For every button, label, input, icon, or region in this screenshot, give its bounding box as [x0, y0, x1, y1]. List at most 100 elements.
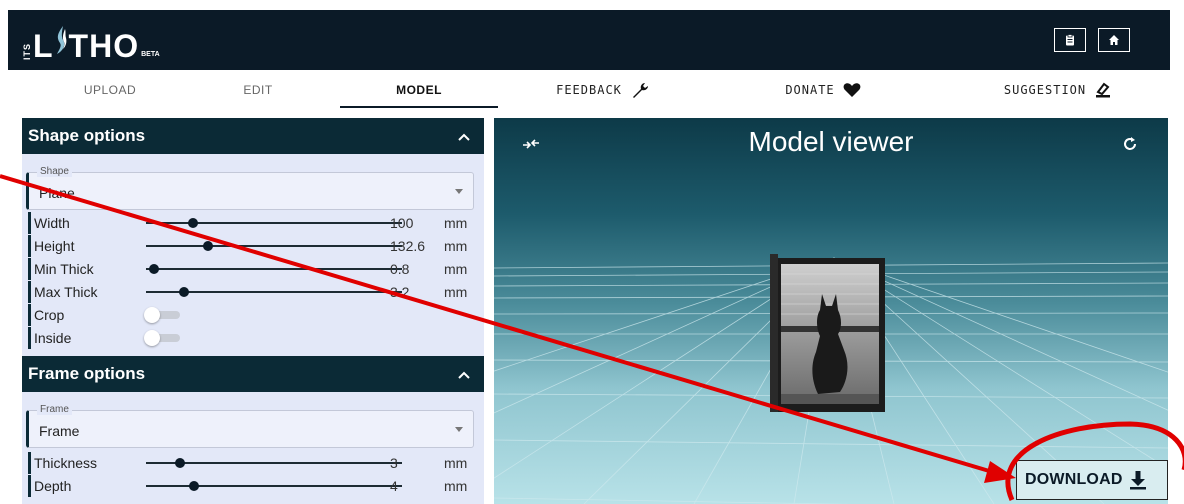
shape-select[interactable]: Shape Plane — [26, 166, 474, 210]
tab-feedback[interactable]: FEEDBACK — [518, 70, 688, 110]
depth-label: Depth — [34, 478, 72, 494]
tab-donate[interactable]: DONATE — [748, 70, 898, 110]
model-viewer[interactable]: Model viewer — [494, 118, 1168, 504]
height-label: Height — [34, 238, 75, 254]
inside-toggle[interactable] — [144, 330, 180, 346]
max-thick-unit: mm — [444, 284, 468, 300]
thickness-slider-thumb[interactable] — [175, 458, 185, 468]
row-marker — [28, 235, 31, 257]
lithophane-model — [770, 254, 885, 412]
pencil-icon — [1094, 81, 1112, 99]
max-thick-slider-row: Max Thick 3.2 mm — [28, 281, 478, 303]
itslitho-logo[interactable]: ITS L THO BETA — [22, 24, 160, 64]
row-marker — [28, 452, 31, 474]
width-slider-row: Width 100 mm — [28, 212, 478, 234]
row-marker — [28, 212, 31, 234]
depth-slider-track[interactable] — [146, 485, 402, 487]
width-value: 100 — [390, 215, 414, 231]
tab-edit-label: EDIT — [243, 83, 273, 97]
clipboard-icon — [1064, 34, 1076, 46]
min-thick-unit: mm — [444, 261, 468, 277]
width-slider-thumb[interactable] — [188, 218, 198, 228]
height-slider-row: Height 132.6 mm — [28, 235, 478, 257]
max-thick-slider-thumb[interactable] — [179, 287, 189, 297]
logo-tho: THO — [68, 28, 140, 64]
shape-select-value: Plane — [39, 185, 75, 201]
tab-feedback-label: FEEDBACK — [556, 83, 622, 97]
home-icon — [1108, 34, 1120, 46]
download-label: DOWNLOAD — [1025, 471, 1123, 488]
thickness-label: Thickness — [34, 455, 98, 471]
dropdown-arrow-icon — [455, 189, 463, 194]
height-slider-thumb[interactable] — [203, 241, 213, 251]
min-thick-slider-track[interactable] — [146, 268, 402, 270]
chevron-up-icon[interactable] — [458, 128, 470, 144]
dropdown-arrow-icon — [455, 427, 463, 432]
row-marker — [28, 281, 31, 303]
logo-beta: BETA — [141, 51, 160, 58]
depth-value: 4 — [390, 478, 398, 494]
active-tab-indicator — [340, 106, 498, 108]
shape-options-header[interactable]: Shape options — [22, 118, 484, 154]
min-thick-slider-thumb[interactable] — [149, 264, 159, 274]
row-marker — [28, 258, 31, 280]
crop-toggle-row: Crop — [28, 304, 478, 326]
tab-model-label: MODEL — [396, 83, 442, 97]
max-thick-value: 3.2 — [390, 284, 410, 300]
logo-its: ITS — [22, 42, 32, 60]
thickness-slider-row: Thickness 3 mm — [28, 452, 478, 474]
thickness-value: 3 — [390, 455, 398, 471]
refresh-icon[interactable] — [1122, 136, 1138, 157]
download-button[interactable]: DOWNLOAD — [1016, 460, 1168, 500]
width-unit: mm — [444, 215, 468, 231]
tab-model[interactable]: MODEL — [340, 70, 498, 110]
height-value: 132.6 — [390, 238, 426, 254]
row-marker — [28, 475, 31, 497]
crop-label: Crop — [34, 307, 65, 323]
crop-toggle-knob — [144, 307, 160, 323]
frame-select-value: Frame — [39, 423, 80, 439]
wrench-icon — [630, 81, 650, 99]
model-viewer-title: Model viewer — [748, 126, 914, 157]
depth-unit: mm — [444, 478, 468, 494]
row-marker — [28, 327, 31, 349]
clipboard-button[interactable] — [1054, 28, 1086, 52]
heart-icon — [843, 82, 861, 98]
tab-suggestion-label: SUGGESTION — [1003, 83, 1087, 97]
height-unit: mm — [444, 238, 468, 254]
tab-upload[interactable]: UPLOAD — [30, 70, 190, 110]
download-icon — [1129, 470, 1147, 490]
frame-options-header[interactable]: Frame options — [22, 356, 484, 392]
tab-edit[interactable]: EDIT — [178, 70, 338, 110]
depth-slider-thumb[interactable] — [189, 481, 199, 491]
frame-options-title: Frame options — [28, 364, 146, 383]
tab-upload-label: UPLOAD — [83, 83, 137, 97]
height-slider-track[interactable] — [146, 245, 402, 247]
row-marker — [28, 304, 31, 326]
home-button[interactable] — [1098, 28, 1130, 52]
frame-select-label: Frame — [37, 404, 72, 415]
inside-toggle-row: Inside — [28, 327, 478, 349]
depth-slider-row: Depth 4 mm — [28, 475, 478, 497]
shape-select-label: Shape — [37, 166, 72, 177]
min-thick-label: Min Thick — [34, 261, 94, 277]
app-header: ITS L THO BETA — [8, 10, 1170, 70]
max-thick-label: Max Thick — [34, 284, 98, 300]
tab-donate-label: DONATE — [785, 83, 835, 97]
logo-l: L — [33, 28, 53, 64]
inside-label: Inside — [34, 330, 72, 346]
frame-select[interactable]: Frame Frame — [26, 404, 474, 448]
tab-suggestion[interactable]: SUGGESTION — [968, 70, 1148, 110]
options-panel: Shape options Shape Plane Width 100 mm H… — [22, 118, 484, 504]
flame-icon — [54, 25, 68, 60]
inside-toggle-knob — [144, 330, 160, 346]
min-thick-value: 0.8 — [390, 261, 410, 277]
min-thick-slider-row: Min Thick 0.8 mm — [28, 258, 478, 280]
main-tabs: UPLOAD EDIT MODEL FEEDBACK DONATE SUGGES… — [8, 70, 1170, 110]
chevron-up-icon[interactable] — [458, 366, 470, 382]
width-label: Width — [34, 215, 70, 231]
thickness-unit: mm — [444, 455, 468, 471]
width-slider-track[interactable] — [146, 222, 402, 224]
shape-options-title: Shape options — [28, 126, 146, 145]
crop-toggle[interactable] — [144, 307, 180, 323]
